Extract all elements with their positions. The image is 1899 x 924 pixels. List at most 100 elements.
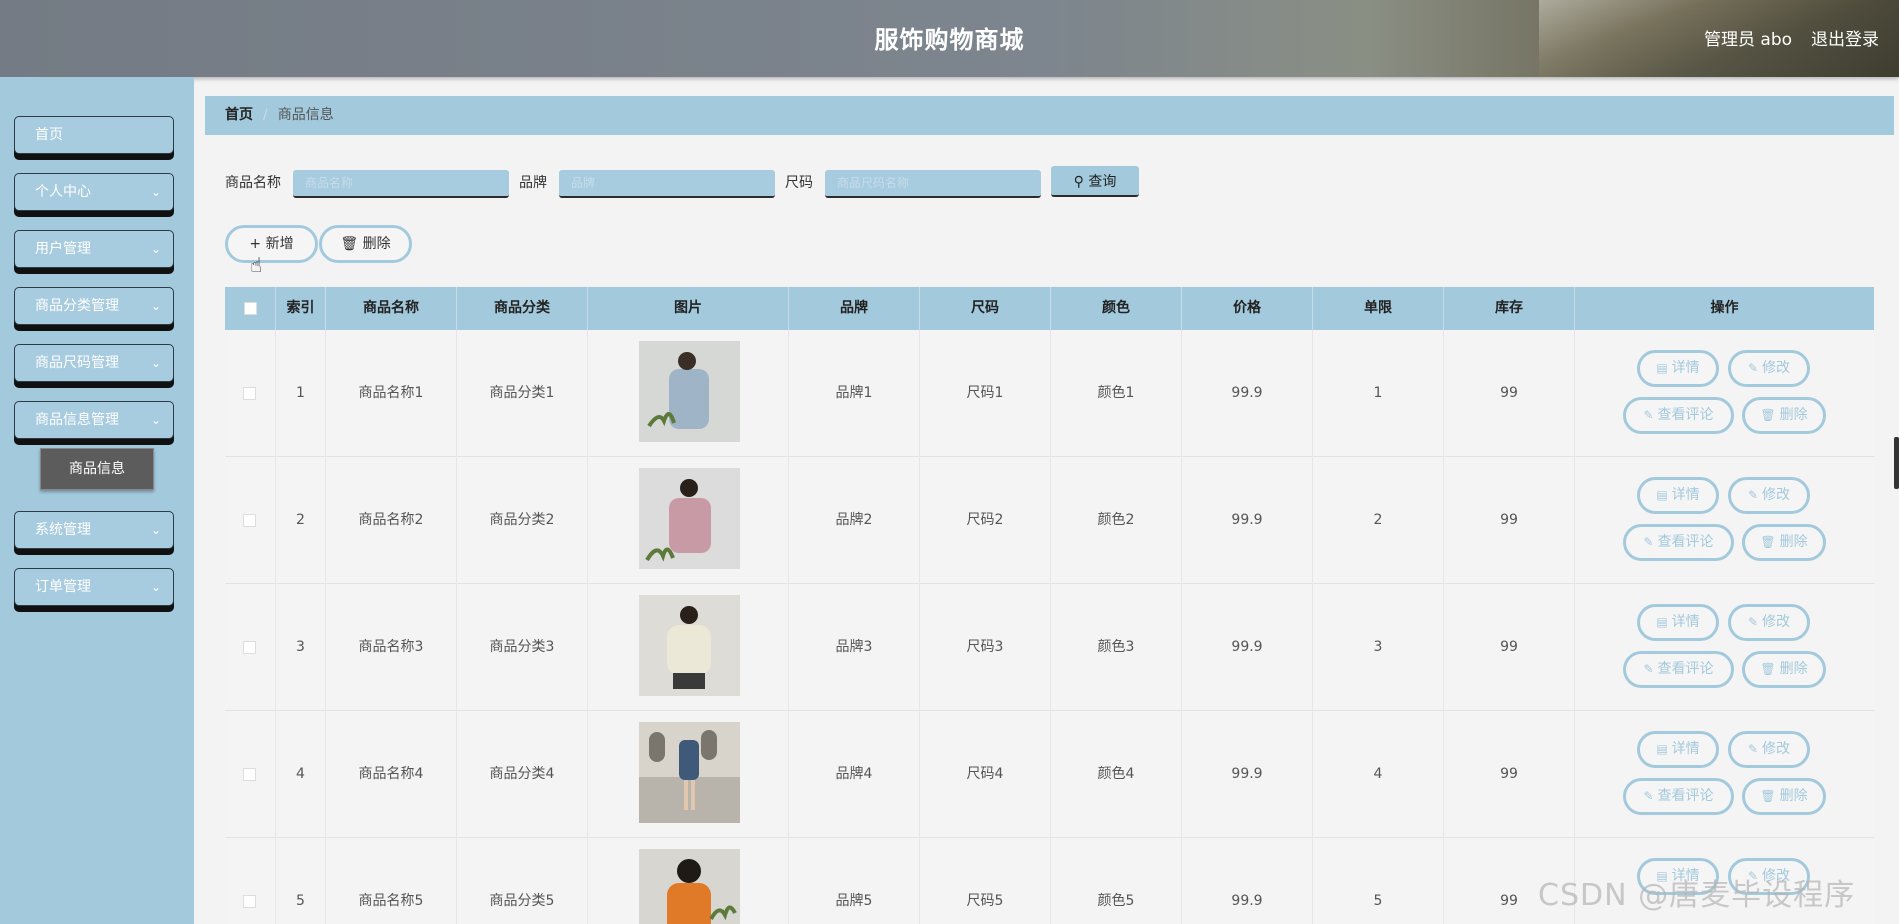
edit-label: 修改 <box>1762 741 1791 757</box>
checkbox-cell <box>225 584 276 711</box>
color-cell: 颜色4 <box>1051 711 1182 838</box>
edit-button[interactable]: ✎ 修改 <box>1728 604 1810 641</box>
name-cell: 商品名称2 <box>326 457 457 584</box>
column-header: 颜色 <box>1051 287 1182 330</box>
size-search-input[interactable] <box>825 170 1041 198</box>
product-image[interactable] <box>639 722 740 823</box>
chevron-down-icon: ⌄ <box>150 242 161 256</box>
name-search-input[interactable] <box>293 170 509 198</box>
delete-button[interactable]: 🗑 删除 <box>319 225 412 263</box>
delete-button-label: 删除 <box>362 236 391 252</box>
brand-search-input[interactable] <box>559 170 775 198</box>
logout-link[interactable]: 退出登录 <box>1811 25 1879 50</box>
edit-button[interactable]: ✎ 修改 <box>1728 731 1810 768</box>
detail-button[interactable]: ▤ 详情 <box>1637 731 1719 768</box>
product-image[interactable] <box>639 341 740 442</box>
edit-button[interactable]: ✎ 修改 <box>1728 350 1810 387</box>
table-row: 1 商品名称1 商品分类1 品牌1 尺码1 颜色1 99.9 1 99 ▤ 详情 … <box>225 330 1874 457</box>
color-cell: 颜色5 <box>1051 838 1182 924</box>
sidebar-item-profile[interactable]: 个人中心 ⌄ <box>14 173 174 211</box>
trash-icon: 🗑 <box>1760 662 1776 676</box>
sidebar-item-size[interactable]: 商品尺码管理 ⌄ <box>14 344 174 382</box>
checkbox-cell <box>225 330 276 457</box>
column-header: 图片 <box>588 287 789 330</box>
detail-button[interactable]: ▤ 详情 <box>1637 350 1719 387</box>
hand-cursor-icon: ☝ <box>250 253 263 277</box>
ops-cell <box>1575 330 1874 457</box>
size-cell: 尺码3 <box>920 584 1051 711</box>
comments-button[interactable]: ✎ 查看评论 <box>1623 651 1734 688</box>
product-image[interactable] <box>639 595 740 696</box>
comments-button[interactable]: ✎ 查看评论 <box>1623 397 1734 434</box>
breadcrumb-home[interactable]: 首页 <box>225 107 253 123</box>
stock-cell: 99 <box>1444 457 1575 584</box>
comments-button[interactable]: ✎ 查看评论 <box>1623 524 1734 561</box>
chevron-down-icon: ⌄ <box>150 413 161 427</box>
brand-cell: 品牌1 <box>789 330 920 457</box>
pencil-icon: ✎ <box>1747 742 1759 756</box>
pencil-icon: ✎ <box>1747 488 1759 502</box>
sidebar-subitem-product-info[interactable]: 商品信息 <box>40 448 154 490</box>
chevron-down-icon: ⌄ <box>150 356 161 370</box>
add-button[interactable]: + 新增 <box>225 225 318 263</box>
search-icon: ⚲ <box>1073 173 1084 190</box>
column-header: 库存 <box>1444 287 1575 330</box>
name-cell: 商品名称3 <box>326 584 457 711</box>
product-image[interactable] <box>639 849 740 924</box>
pencil-icon: ✎ <box>1643 535 1654 549</box>
brand-cell: 品牌3 <box>789 584 920 711</box>
name-cell: 商品名称4 <box>326 711 457 838</box>
detail-label: 详情 <box>1671 487 1700 503</box>
row-delete-button[interactable]: 🗑 删除 <box>1742 651 1826 688</box>
row-checkbox[interactable] <box>243 387 256 400</box>
checkbox-cell <box>225 457 276 584</box>
sidebar-item-users[interactable]: 用户管理 ⌄ <box>14 230 174 268</box>
row-delete-button[interactable]: 🗑 删除 <box>1742 778 1826 815</box>
breadcrumb-separator: / <box>263 107 268 123</box>
row-delete-button[interactable]: 🗑 删除 <box>1742 397 1826 434</box>
detail-button[interactable]: ▤ 详情 <box>1637 604 1719 641</box>
query-button[interactable]: ⚲ 查询 <box>1051 166 1139 197</box>
sidebar-item-home[interactable]: 首页 <box>14 116 174 154</box>
limit-cell: 3 <box>1313 584 1444 711</box>
detail-label: 详情 <box>1671 614 1700 630</box>
limit-cell: 5 <box>1313 838 1444 924</box>
product-image[interactable] <box>639 468 740 569</box>
edit-button[interactable]: ✎ 修改 <box>1728 477 1810 514</box>
detail-button[interactable]: ▤ 详情 <box>1637 477 1719 514</box>
sidebar-item-orders[interactable]: 订单管理 ⌄ <box>14 568 174 606</box>
limit-cell: 4 <box>1313 711 1444 838</box>
row-checkbox[interactable] <box>243 641 256 654</box>
comments-label: 查看评论 <box>1657 407 1714 423</box>
select-all-checkbox[interactable] <box>244 302 257 315</box>
trash-icon: 🗑 <box>340 236 359 252</box>
delete-label: 删除 <box>1779 407 1808 423</box>
column-header: 商品名称 <box>326 287 457 330</box>
column-header: 品牌 <box>789 287 920 330</box>
trash-icon: 🗑 <box>1760 535 1776 549</box>
sidebar-item-label: 首页 <box>35 127 63 143</box>
column-header: 价格 <box>1182 287 1313 330</box>
size-search-label: 尺码 <box>785 175 813 191</box>
comments-button[interactable]: ✎ 查看评论 <box>1623 778 1734 815</box>
checkbox-cell <box>225 711 276 838</box>
sidebar-item-product-info[interactable]: 商品信息管理 ⌄ <box>14 401 174 439</box>
top-header: 服饰购物商城 管理员 abo 退出登录 <box>0 0 1899 77</box>
category-cell: 商品分类1 <box>457 330 588 457</box>
sidebar-item-category[interactable]: 商品分类管理 ⌄ <box>14 287 174 325</box>
scrollbar-handle[interactable] <box>1894 437 1899 489</box>
chevron-down-icon: ⌄ <box>150 185 161 199</box>
chevron-down-icon: ⌄ <box>150 523 161 537</box>
current-user: 管理员 abo <box>1704 30 1793 50</box>
sidebar-item-system[interactable]: 系统管理 ⌄ <box>14 511 174 549</box>
row-checkbox[interactable] <box>243 895 256 908</box>
ops-cell <box>1575 584 1874 711</box>
detail-label: 详情 <box>1671 741 1700 757</box>
row-checkbox[interactable] <box>243 768 256 781</box>
row-delete-button[interactable]: 🗑 删除 <box>1742 524 1826 561</box>
chevron-down-icon: ⌄ <box>150 580 161 594</box>
breadcrumb-current: 商品信息 <box>277 107 334 123</box>
stock-cell: 99 <box>1444 330 1575 457</box>
row-checkbox[interactable] <box>243 514 256 527</box>
size-cell: 尺码4 <box>920 711 1051 838</box>
